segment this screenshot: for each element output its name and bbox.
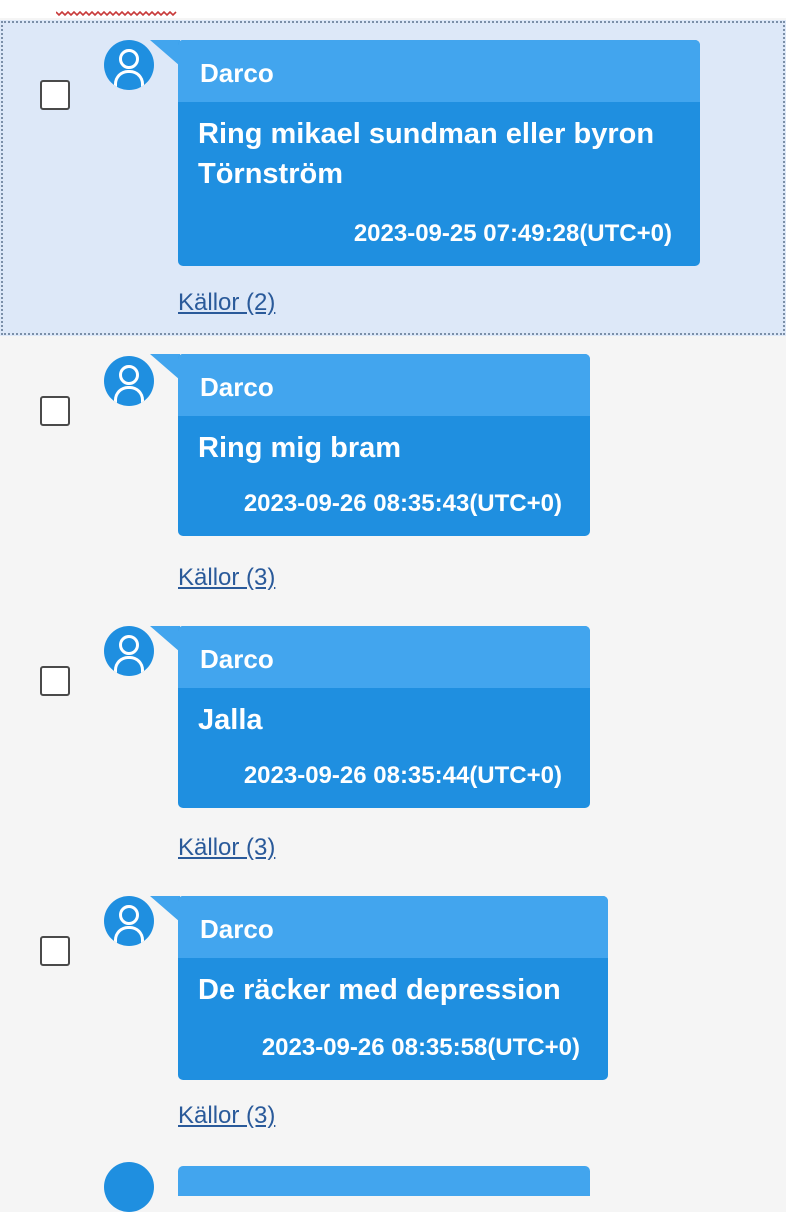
user-avatar-icon	[104, 896, 154, 946]
bubble-tail	[150, 626, 180, 652]
sources-link[interactable]: Källor (3)	[178, 564, 275, 592]
message-timestamp: 2023-09-25 07:49:28(UTC+0)	[353, 220, 672, 247]
bubble-tail	[150, 896, 180, 922]
message-bubble: Darco De räcker med depression 2023-09-2…	[178, 896, 608, 1080]
message-timestamp: 2023-09-26 08:35:44(UTC+0)	[243, 762, 562, 789]
message-row[interactable]: Darco Jalla 2023-09-26 08:35:44(UTC+0) K…	[0, 610, 786, 880]
user-avatar-icon	[104, 626, 154, 676]
message-bubble: Darco Ring mikael sundman eller byron Tö…	[178, 40, 700, 266]
bubble-tail	[150, 354, 180, 380]
select-checkbox[interactable]	[40, 80, 70, 110]
select-checkbox[interactable]	[40, 936, 70, 966]
message-text: Ring mig bram	[198, 432, 402, 464]
message-timestamp: 2023-09-26 08:35:43(UTC+0)	[243, 490, 562, 517]
message-row[interactable]: Darco De räcker med depression 2023-09-2…	[0, 880, 786, 1150]
sender-name: Darco	[178, 40, 700, 102]
user-avatar-icon	[104, 40, 154, 90]
sources-link[interactable]: Källor (3)	[178, 1102, 275, 1130]
select-checkbox[interactable]	[40, 396, 70, 426]
message-bubble: Darco Ring mig bram 2023-09-26 08:35:43(…	[178, 354, 590, 536]
message-text: Jalla	[198, 704, 263, 736]
sender-name: Darco	[178, 354, 590, 416]
bubble-tail	[150, 40, 180, 66]
select-checkbox[interactable]	[40, 666, 70, 696]
message-row[interactable]: Darco Ring mikael sundman eller byron Tö…	[0, 20, 786, 336]
user-avatar-icon	[104, 1162, 154, 1212]
message-timestamp: 2023-09-26 08:35:58(UTC+0)	[261, 1034, 580, 1061]
sender-name: Darco	[178, 896, 608, 958]
message-bubble: Darco Jalla 2023-09-26 08:35:44(UTC+0)	[178, 626, 590, 808]
sender-name: Darco	[178, 626, 590, 688]
user-avatar-icon	[104, 356, 154, 406]
sources-link[interactable]: Källor (2)	[178, 289, 275, 317]
message-bubble	[178, 1166, 590, 1196]
sources-link[interactable]: Källor (3)	[178, 834, 275, 862]
top-strip	[0, 0, 786, 18]
message-text: Ring mikael sundman eller byron Törnströ…	[198, 118, 655, 190]
spellcheck-squiggle	[56, 10, 177, 17]
message-row[interactable]: Darco Ring mig bram 2023-09-26 08:35:43(…	[0, 340, 786, 610]
message-text: De räcker med depression	[198, 974, 561, 1006]
